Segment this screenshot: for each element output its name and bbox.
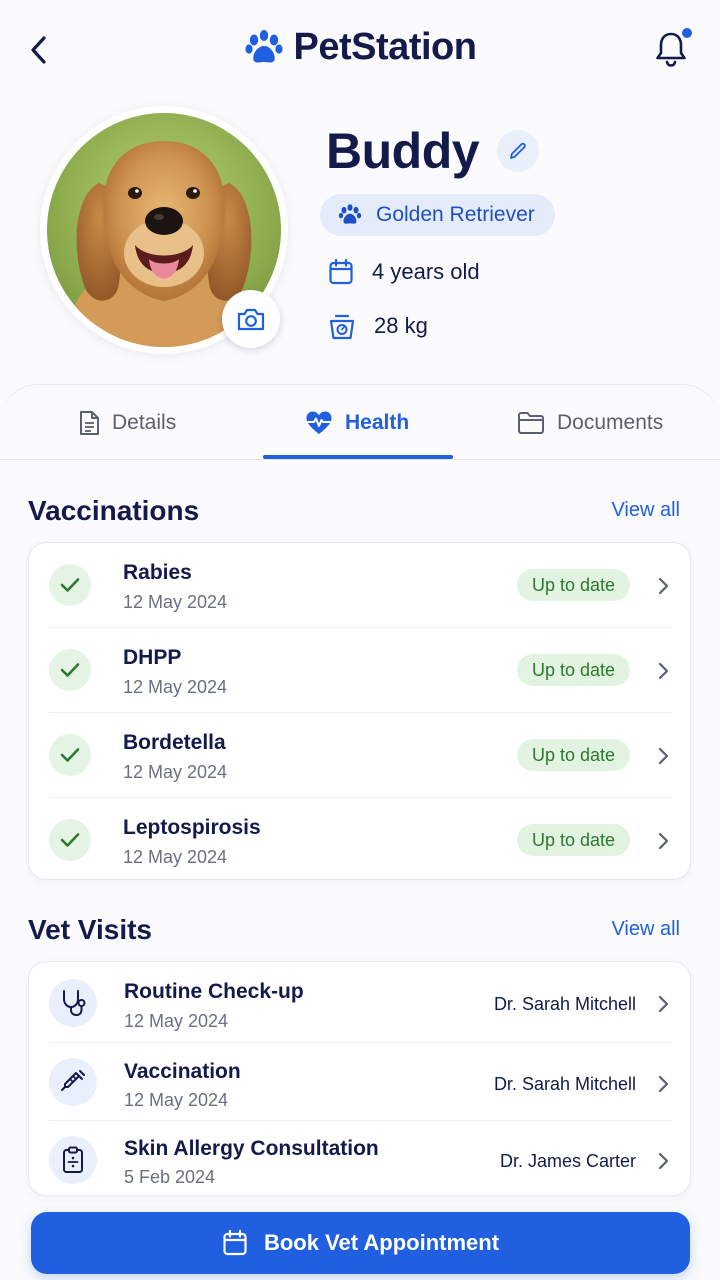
pet-weight: 28 kg [374,313,428,338]
breed-label: Golden Retriever [376,203,535,226]
paw-icon [338,204,362,224]
vaccine-date: 12 May 2024 [123,592,228,612]
calendar-icon [329,258,353,285]
doctor-name: Dr. James Carter [499,1151,636,1171]
document-icon [80,410,99,435]
app-header: PetStation [0,0,720,100]
status-badge: Up to date [517,569,631,601]
tab-health[interactable]: Health [305,385,409,460]
notification-dot [682,28,692,38]
visit-title: Skin Allergy Consultation [124,1137,379,1160]
vet-visits-view-all-link[interactable]: View all [611,918,680,941]
chevron-right-icon [658,577,669,595]
pet-age: 4 years old [372,259,480,284]
pet-name: Buddy [326,123,480,179]
edit-name-button[interactable] [497,130,539,172]
content-panel: Details Health Documents Vaccinations Vi… [0,384,720,1280]
weight-row: 28 kg [328,312,428,340]
vet-visit-row[interactable]: Vaccination 12 May 2024 Dr. Sarah Mitche… [29,1043,692,1121]
tab-label: Documents [557,410,664,434]
vaccinations-title: Vaccinations [28,495,200,526]
tab-label: Health [345,410,410,434]
tab-label: Details [112,410,177,434]
check-icon [49,734,91,776]
visit-date: 12 May 2024 [124,1011,229,1031]
vaccine-date: 12 May 2024 [123,847,228,867]
notifications-button[interactable] [654,28,692,70]
stethoscope-icon [49,979,97,1027]
vaccinations-view-all-link[interactable]: View all [611,499,680,522]
brand-title: PetStation [293,26,477,68]
book-button-label: Book Vet Appointment [263,1230,500,1255]
vaccine-date: 12 May 2024 [123,762,228,782]
pet-profile: Buddy Golden Retriever 4 years old 28 kg [0,100,720,380]
check-icon [49,564,91,606]
vaccine-name: Rabies [123,561,192,584]
visit-title: Routine Check-up [124,980,304,1003]
chevron-right-icon [658,662,669,680]
active-tab-indicator [263,455,453,459]
vaccine-name: DHPP [123,646,182,669]
chevron-right-icon [658,747,669,765]
heart-pulse-icon [306,411,332,434]
tab-details[interactable]: Details [78,385,176,460]
vaccination-row-bordetella[interactable]: Bordetella 12 May 2024 Up to date [29,713,692,798]
chevron-right-icon [658,995,669,1013]
chevron-right-icon [658,832,669,850]
status-badge: Up to date [517,824,631,856]
visit-date: 12 May 2024 [124,1090,229,1110]
vaccine-name: Leptospirosis [123,816,261,839]
chevron-right-icon [658,1075,669,1093]
vaccine-date: 12 May 2024 [123,677,228,697]
visit-title: Vaccination [124,1060,241,1083]
tab-documents[interactable]: Documents [517,385,663,460]
folder-icon [518,411,544,434]
vet-visit-row[interactable]: Skin Allergy Consultation 5 Feb 2024 Dr.… [29,1121,692,1197]
pencil-icon [510,142,526,159]
breed-badge: Golden Retriever [320,194,555,236]
vet-visit-row[interactable]: Routine Check-up 12 May 2024 Dr. Sarah M… [29,962,692,1043]
paw-icon [244,29,283,62]
vaccine-name: Bordetella [123,731,226,754]
vaccinations-card: Rabies 12 May 2024 Up to date DHPP 12 Ma… [28,542,691,880]
visit-date: 5 Feb 2024 [124,1167,216,1187]
brand: PetStation [0,26,720,69]
status-badge: Up to date [517,739,631,771]
check-icon [49,819,91,861]
tab-bar: Details Health Documents [0,385,720,460]
check-icon [49,649,91,691]
scale-icon [329,314,355,340]
book-vet-appointment-button[interactable]: Book Vet Appointment [31,1212,690,1274]
syringe-icon [49,1058,97,1106]
change-photo-button[interactable] [222,290,280,348]
doctor-name: Dr. Sarah Mitchell [493,994,636,1014]
vaccination-row-rabies[interactable]: Rabies 12 May 2024 Up to date [29,543,692,628]
calendar-icon [223,1229,247,1256]
vaccination-row-dhpp[interactable]: DHPP 12 May 2024 Up to date [29,628,692,713]
doctor-name: Dr. Sarah Mitchell [493,1074,636,1094]
chevron-right-icon [658,1152,669,1170]
age-row: 4 years old [328,258,480,286]
vet-visits-card: Routine Check-up 12 May 2024 Dr. Sarah M… [28,961,691,1196]
vaccination-row-leptospirosis[interactable]: Leptospirosis 12 May 2024 Up to date [29,798,692,881]
clipboard-icon [49,1136,97,1184]
vet-visits-title: Vet Visits [28,914,153,945]
status-badge: Up to date [517,654,631,686]
camera-icon [237,308,265,331]
